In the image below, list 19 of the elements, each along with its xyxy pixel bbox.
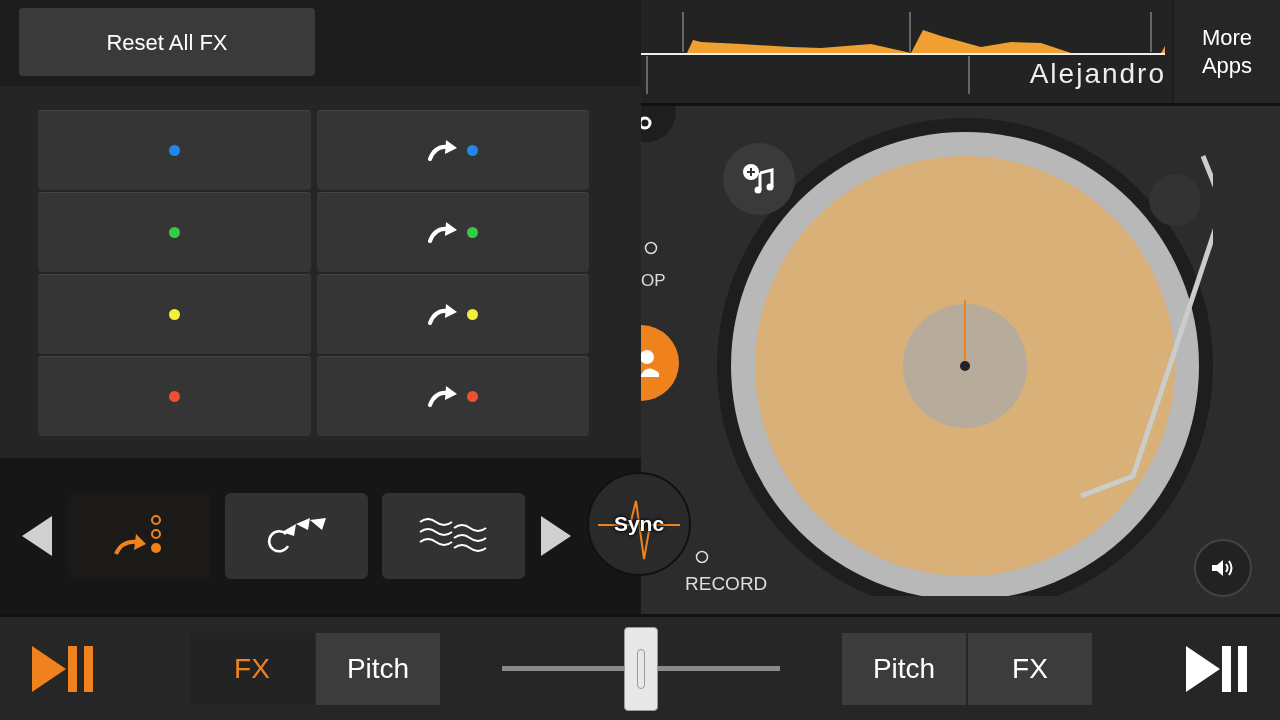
more-apps-button[interactable]: More Apps: [1174, 0, 1280, 103]
deck-tab[interactable]: FX: [968, 632, 1092, 705]
reset-all-fx-button[interactable]: Reset All FX: [19, 8, 315, 76]
deck-tab[interactable]: Pitch: [842, 632, 966, 705]
record-indicator-icon[interactable]: [695, 550, 709, 564]
deck-tab[interactable]: Pitch: [316, 632, 440, 705]
right-arrow-icon[interactable]: [539, 514, 573, 558]
left-arrow-icon[interactable]: [20, 514, 54, 558]
music-note-plus-icon: [742, 163, 776, 195]
person-icon[interactable]: [641, 325, 681, 401]
effect-button[interactable]: [382, 493, 525, 579]
circle-icon: [644, 241, 658, 255]
speaker-icon: [1211, 558, 1235, 578]
partial-label: OP: [641, 270, 666, 292]
effect-button[interactable]: [225, 493, 368, 579]
effect-button[interactable]: [68, 493, 211, 579]
crossfader[interactable]: [502, 625, 780, 712]
crossfader-handle[interactable]: [624, 626, 658, 711]
track-title: Alejandro: [1029, 57, 1166, 91]
